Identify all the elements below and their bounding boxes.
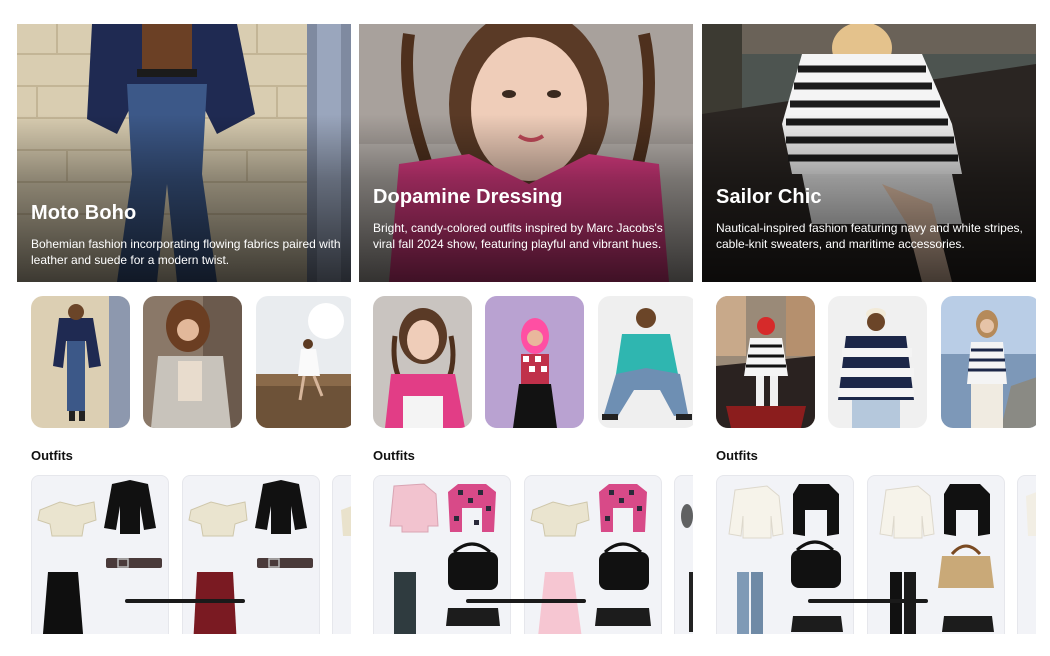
hero-card[interactable]: Sailor Chic Nautical-inspired fashion fe… bbox=[702, 24, 1036, 282]
hero-card[interactable]: Dopamine Dressing Bright, candy-colored … bbox=[359, 24, 693, 282]
striped-sweater-seaside-photo bbox=[941, 296, 1036, 428]
outfit-card[interactable] bbox=[716, 475, 854, 634]
look-thumbnail[interactable] bbox=[598, 296, 693, 428]
look-thumbnail[interactable] bbox=[143, 296, 242, 428]
outfit-flatlay bbox=[530, 484, 651, 634]
outfits-carousel[interactable] bbox=[716, 475, 1036, 634]
outfits-carousel[interactable] bbox=[373, 475, 693, 634]
look-thumbnail[interactable] bbox=[256, 296, 351, 428]
outfit-flatlay bbox=[1026, 492, 1036, 536]
outfit-card[interactable] bbox=[182, 475, 320, 634]
outfit-card[interactable] bbox=[332, 475, 351, 634]
outfit-card[interactable] bbox=[1017, 475, 1036, 634]
home-indicator bbox=[125, 599, 245, 603]
look-thumbnail[interactable] bbox=[485, 296, 584, 428]
outfit-flatlay bbox=[188, 480, 313, 634]
collection-description: Bright, candy-colored outfits inspired b… bbox=[373, 221, 663, 251]
outfits-heading: Outfits bbox=[716, 448, 758, 463]
outfits-carousel[interactable] bbox=[31, 475, 351, 634]
pink-hair-checkered-photo bbox=[485, 296, 584, 428]
home-indicator bbox=[466, 599, 586, 603]
outfit-card[interactable] bbox=[373, 475, 511, 634]
collection-description: Bohemian fashion incorporating flowing f… bbox=[31, 237, 341, 267]
look-thumbnail[interactable] bbox=[828, 296, 927, 428]
outfit-card[interactable] bbox=[867, 475, 1005, 634]
striped-sweater-gondola-photo bbox=[716, 296, 815, 428]
collection-description: Nautical-inspired fashion featuring navy… bbox=[716, 221, 1023, 251]
teal-sweater-photo bbox=[598, 296, 693, 428]
outfit-flatlay bbox=[37, 480, 162, 634]
outfit-card[interactable] bbox=[524, 475, 662, 634]
leather-jacket-brick-wall-photo bbox=[31, 296, 130, 428]
looks-carousel[interactable] bbox=[373, 296, 693, 428]
hero-card[interactable]: Moto Boho Bohemian fashion incorporating… bbox=[17, 24, 351, 282]
look-thumbnail[interactable] bbox=[941, 296, 1036, 428]
outfit-flatlay bbox=[341, 506, 351, 536]
pink-top-braids-photo bbox=[373, 296, 472, 428]
outfit-flatlay bbox=[681, 504, 693, 632]
looks-carousel[interactable] bbox=[31, 296, 351, 428]
collection-panel-dopamine-dressing: Dopamine Dressing Bright, candy-colored … bbox=[359, 24, 693, 634]
outfit-card[interactable] bbox=[31, 475, 169, 634]
looks-carousel[interactable] bbox=[716, 296, 1036, 428]
collection-title: Dopamine Dressing bbox=[373, 186, 563, 208]
fringe-jacket-photo bbox=[143, 296, 242, 428]
collection-title: Moto Boho bbox=[31, 202, 137, 224]
look-thumbnail[interactable] bbox=[716, 296, 815, 428]
outfits-heading: Outfits bbox=[31, 448, 73, 463]
outfit-card[interactable] bbox=[674, 475, 693, 634]
collection-panel-sailor-chic: Sailor Chic Nautical-inspired fashion fe… bbox=[702, 24, 1036, 634]
home-indicator bbox=[808, 599, 928, 603]
outfit-flatlay bbox=[879, 484, 994, 634]
outfit-flatlay bbox=[728, 484, 843, 634]
collection-title: Sailor Chic bbox=[716, 186, 822, 208]
look-thumbnail[interactable] bbox=[31, 296, 130, 428]
collection-panel-moto-boho: Moto Boho Bohemian fashion incorporating… bbox=[17, 24, 351, 634]
look-thumbnail[interactable] bbox=[373, 296, 472, 428]
striped-rugby-shirt-photo bbox=[828, 296, 927, 428]
outfits-heading: Outfits bbox=[373, 448, 415, 463]
white-dress-field-photo bbox=[256, 296, 351, 428]
outfit-flatlay bbox=[389, 483, 500, 634]
